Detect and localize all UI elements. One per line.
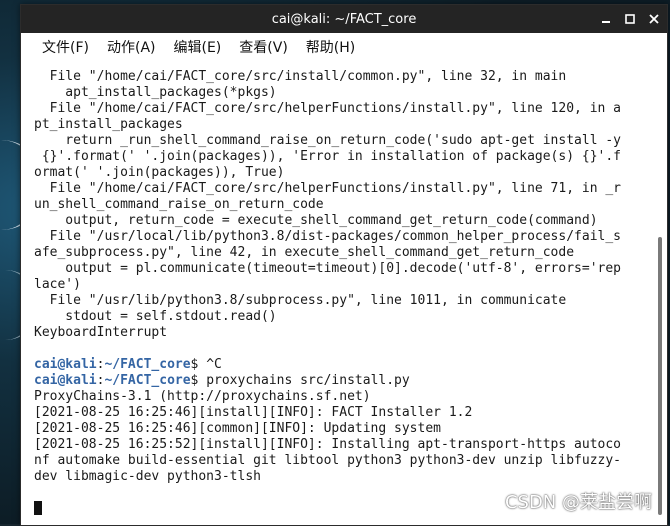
- close-icon: [649, 14, 659, 24]
- terminal-line: [2021-08-25 16:25:46][install][INFO]: FA…: [34, 405, 473, 420]
- menu-edit[interactable]: 编辑(E): [165, 37, 231, 57]
- title-bar[interactable]: cai@kali: ~/FACT_core: [21, 5, 667, 33]
- terminal-line: lace'): [34, 277, 81, 292]
- prompt-symbol: $: [190, 357, 207, 372]
- terminal-line: {}'.format(' '.join(packages)), 'Error i…: [34, 149, 621, 164]
- prompt-user: cai@kali: [34, 357, 97, 372]
- menu-help[interactable]: 帮助(H): [297, 37, 364, 57]
- terminal-line: [2021-08-25 16:25:46][common][INFO]: Upd…: [34, 421, 441, 436]
- terminal-line: output, return_code = execute_shell_comm…: [34, 213, 598, 228]
- terminal-window: cai@kali: ~/FACT_core 文件(F) 动作(A) 编辑(E) …: [20, 4, 668, 526]
- terminal-line: [2021-08-25 16:25:52][install][INFO]: In…: [34, 437, 621, 452]
- scrollbar[interactable]: [653, 61, 667, 525]
- terminal-prompt-line: cai@kali:~/FACT_core$ proxychains src/in…: [34, 373, 653, 389]
- terminal-line: apt_install_packages(*pkgs): [34, 85, 277, 100]
- prompt-command: proxychains src/install.py: [206, 373, 410, 388]
- prompt-path: ~/FACT_core: [104, 373, 191, 388]
- minimize-button[interactable]: [599, 12, 613, 26]
- terminal-line: nf automake build-essential git libtool …: [34, 453, 621, 468]
- text-cursor: [34, 501, 42, 515]
- terminal-line: File "/home/cai/FACT_core/src/install/co…: [34, 69, 567, 84]
- watermark: CSDN @莱盐尝啊: [504, 492, 652, 513]
- maximize-button[interactable]: [623, 12, 637, 26]
- prompt-symbol: $: [190, 373, 207, 388]
- terminal-line: dev libmagic-dev python3-tlsh: [34, 469, 261, 484]
- prompt-command: ^C: [206, 357, 222, 372]
- terminal-line: File "/home/cai/FACT_core/src/helperFunc…: [34, 181, 621, 196]
- terminal-line: stdout = self.stdout.read(): [34, 309, 277, 324]
- prompt-path: ~/FACT_core: [104, 357, 191, 372]
- prompt-user: cai@kali: [34, 373, 97, 388]
- window-title: cai@kali: ~/FACT_core: [271, 11, 417, 27]
- menu-bar: 文件(F) 动作(A) 编辑(E) 查看(V) 帮助(H): [21, 33, 667, 61]
- scrollbar-thumb[interactable]: [658, 237, 662, 515]
- menu-file[interactable]: 文件(F): [33, 37, 98, 57]
- minimize-icon: [602, 21, 610, 23]
- terminal-line: return _run_shell_command_raise_on_retur…: [34, 133, 621, 148]
- close-button[interactable]: [647, 12, 661, 26]
- terminal-line: KeyboardInterrupt: [34, 325, 168, 340]
- terminal-line: pt_install_packages: [34, 117, 183, 132]
- terminal-line: afe_subprocess.py", line 42, in execute_…: [34, 245, 575, 260]
- terminal-line: output = pl.communicate(timeout=timeout)…: [34, 261, 621, 276]
- terminal-line: File "/home/cai/FACT_core/src/helperFunc…: [34, 101, 621, 116]
- terminal-line: ormat(' '.join(packages)), True): [34, 165, 285, 180]
- terminal-line: File "/usr/local/lib/python3.8/dist-pack…: [34, 229, 621, 244]
- menu-action[interactable]: 动作(A): [98, 37, 165, 57]
- maximize-icon: [625, 14, 635, 24]
- terminal-output[interactable]: File "/home/cai/FACT_core/src/install/co…: [21, 61, 653, 525]
- menu-view[interactable]: 查看(V): [230, 37, 297, 57]
- terminal-line: ProxyChains-3.1 (http://proxychains.sf.n…: [34, 389, 371, 404]
- terminal-line: File "/usr/lib/python3.8/subprocess.py",…: [34, 293, 567, 308]
- window-controls: [599, 5, 661, 33]
- terminal-line: un_shell_command_raise_on_return_code: [34, 197, 324, 212]
- terminal-prompt-line: cai@kali:~/FACT_core$ ^C: [34, 357, 653, 373]
